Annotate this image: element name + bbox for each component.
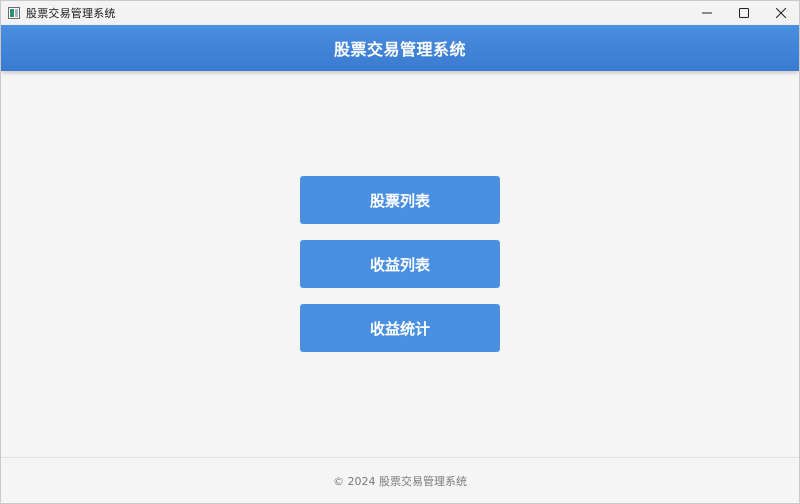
- profit-statistics-button-label: 收益统计: [369, 319, 430, 338]
- footer: © 2024 股票交易管理系统: [1, 458, 799, 503]
- minimize-button[interactable]: [688, 1, 725, 25]
- stock-list-button-label: 股票列表: [369, 191, 430, 210]
- maximize-button[interactable]: [725, 1, 762, 25]
- profit-statistics-button[interactable]: 收益统计: [300, 304, 500, 352]
- maximize-icon: [738, 8, 749, 18]
- close-button[interactable]: [762, 1, 799, 25]
- close-icon: [775, 8, 786, 18]
- profit-list-button[interactable]: 收益列表: [300, 240, 500, 288]
- app-window-icon: [8, 7, 20, 19]
- app-header: 股票交易管理系统: [1, 25, 799, 71]
- window-title: 股票交易管理系统: [26, 7, 116, 20]
- minimize-icon: [701, 8, 712, 18]
- app-window: 股票交易管理系统 股票交易管理系统 股票列表 收益列表 收益统计 © 2024 …: [0, 0, 800, 504]
- main-menu: 股票列表 收益列表 收益统计: [300, 176, 500, 368]
- stock-list-button[interactable]: 股票列表: [300, 176, 500, 224]
- page-title: 股票交易管理系统: [333, 40, 466, 59]
- profit-list-button-label: 收益列表: [369, 255, 430, 274]
- window-controls: [688, 1, 799, 25]
- copyright-text: © 2024 股票交易管理系统: [333, 474, 467, 488]
- title-bar[interactable]: 股票交易管理系统: [1, 1, 799, 25]
